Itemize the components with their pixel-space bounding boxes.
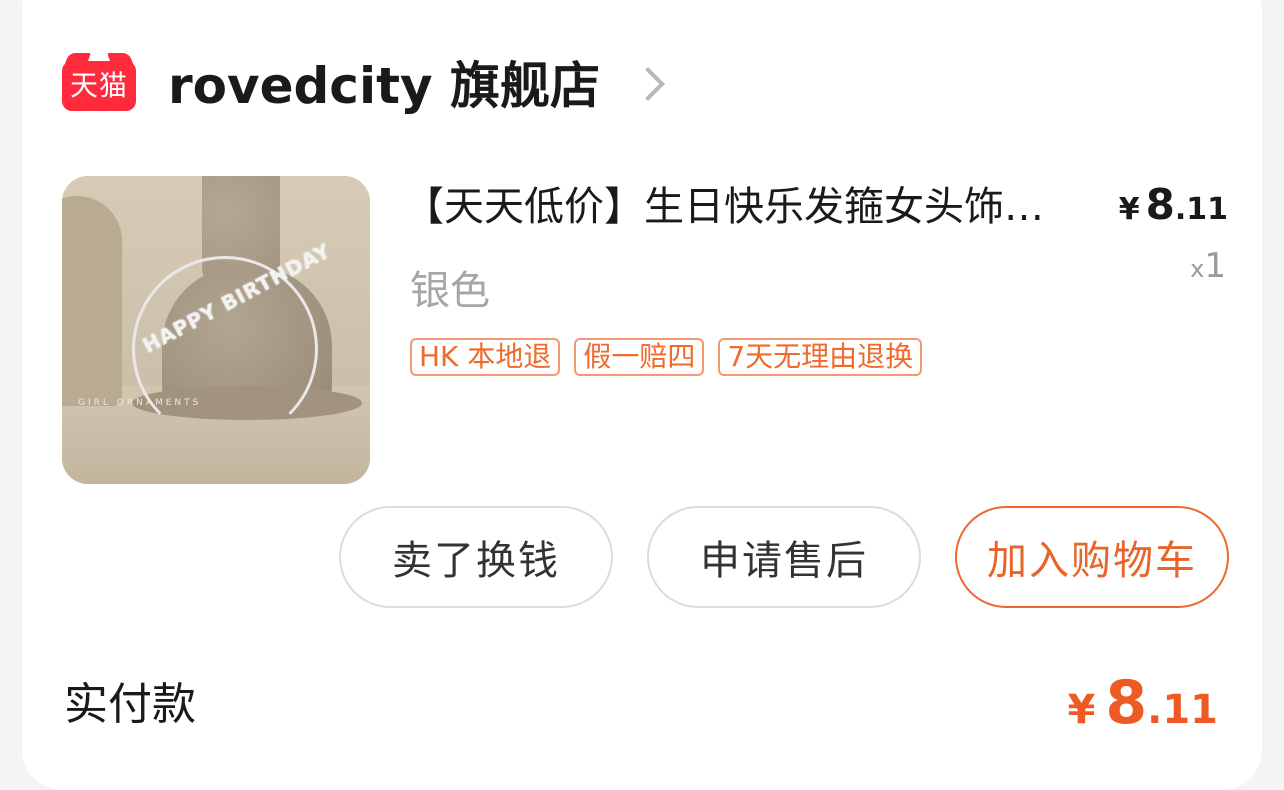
paid-amount: ¥ 8 .11 bbox=[1068, 668, 1218, 738]
service-tags: HK 本地退 假一赔四 7天无理由退换 bbox=[410, 338, 923, 376]
price-currency: ¥ bbox=[1118, 192, 1140, 227]
tmall-logo-icon: 天猫 bbox=[62, 53, 136, 111]
price-decimal: .11 bbox=[1174, 192, 1228, 227]
quantity-value: 1 bbox=[1204, 246, 1226, 286]
add-to-cart-button[interactable]: 加入购物车 bbox=[955, 506, 1229, 608]
product-variant: 银色 bbox=[410, 268, 490, 314]
paid-currency: ¥ bbox=[1067, 687, 1096, 733]
sell-button[interactable]: 卖了换钱 bbox=[339, 506, 613, 608]
quantity: x 1 bbox=[1190, 246, 1226, 286]
product-thumbnail[interactable]: HAPPY BIRTHDAY GIRL ORNAMENTS bbox=[62, 176, 370, 484]
price-integer: 8 bbox=[1145, 180, 1175, 229]
chevron-right-icon[interactable] bbox=[631, 67, 665, 101]
tag-seven-day-return: 7天无理由退换 bbox=[718, 338, 923, 376]
thumb-left-object bbox=[62, 196, 122, 406]
store-name[interactable]: rovedcity 旗舰店 bbox=[168, 46, 600, 118]
tmall-badge-text: 天猫 bbox=[62, 61, 136, 111]
tag-fake-compensation: 假一赔四 bbox=[574, 338, 705, 376]
tag-local-return: HK 本地退 bbox=[410, 338, 561, 376]
paid-integer: 8 bbox=[1105, 668, 1148, 738]
thumb-caption: GIRL ORNAMENTS bbox=[78, 398, 202, 408]
after-sale-button[interactable]: 申请售后 bbox=[647, 506, 921, 608]
paid-label: 实付款 bbox=[64, 679, 196, 730]
paid-decimal: .11 bbox=[1147, 687, 1218, 733]
product-title[interactable]: 【天天低价】生日快乐发箍女头饰生日派对装饰 bbox=[404, 178, 1064, 236]
unit-price: ¥ 8 .11 bbox=[1119, 180, 1228, 229]
store-header[interactable]: 天猫 rovedcity 旗舰店 bbox=[62, 52, 665, 115]
quantity-prefix: x bbox=[1190, 255, 1205, 283]
order-actions: 卖了换钱 申请售后 加入购物车 bbox=[339, 506, 1229, 608]
